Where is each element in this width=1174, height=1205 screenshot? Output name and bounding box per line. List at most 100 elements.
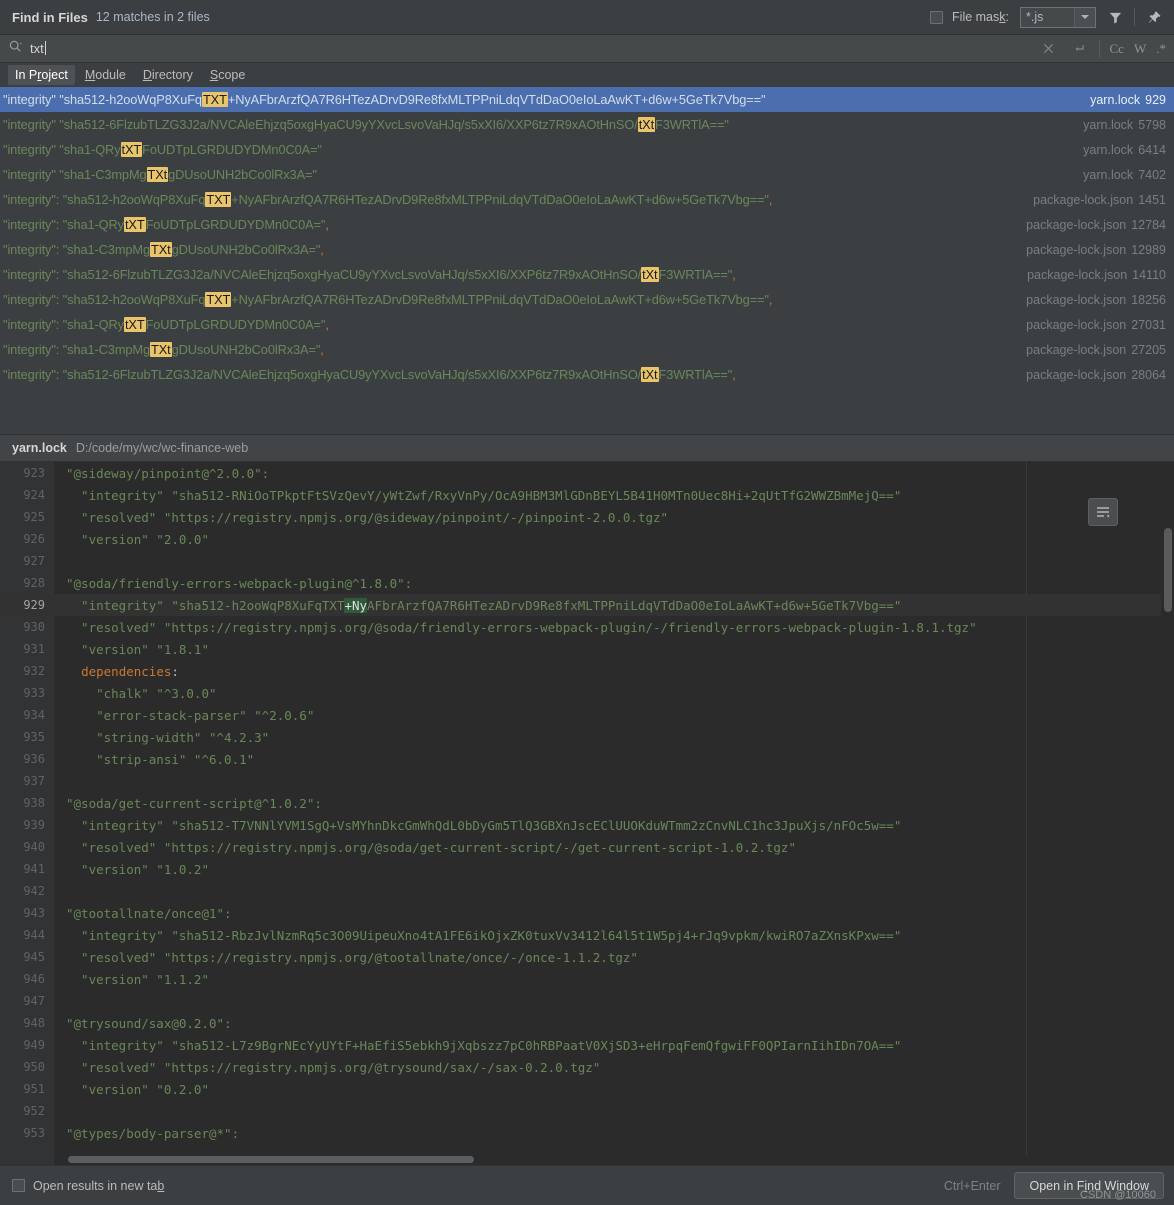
search-result-row[interactable]: "integrity": "sha512-h2ooWqP8XuFqTXT+NyA…: [0, 187, 1174, 212]
open-in-find-window-button[interactable]: Open in Fi nd Window: [1014, 1172, 1164, 1199]
search-result-row[interactable]: "integrity": "sha1-C3mpMgTXtgDUsoUNH2bCo…: [0, 237, 1174, 262]
file-mask-combo[interactable]: *.js: [1020, 6, 1096, 28]
code-line-number: 933: [23, 686, 45, 700]
code-line[interactable]: 948 "@trysound/sax@0.2.0":: [0, 1012, 1174, 1034]
search-field-wrapper[interactable]: txt: [8, 39, 1039, 59]
code-line[interactable]: 925 "resolved" "https://registry.npmjs.o…: [0, 506, 1174, 528]
code-line-number: 928: [23, 576, 45, 590]
code-line-text: "@trysound/sax@0.2.0":: [66, 1015, 232, 1031]
result-line-number: 27205: [1131, 342, 1166, 357]
scope-tab-scope[interactable]: Scope: [203, 65, 252, 85]
scope-tab-directory[interactable]: Directory: [136, 65, 200, 85]
scope-tab-module[interactable]: Module: [78, 65, 133, 85]
code-line[interactable]: 930 "resolved" "https://registry.npmjs.o…: [0, 616, 1174, 638]
search-result-row[interactable]: "integrity": "sha1-QRytXTFoUDTpLGRDUDYDM…: [0, 312, 1174, 337]
code-line-number: 930: [23, 620, 45, 634]
search-result-text: "integrity" "sha1-QRytXTFoUDTpLGRDUDYDMn…: [3, 142, 322, 157]
code-line[interactable]: 928 "@soda/friendly-errors-webpack-plugin…: [0, 572, 1174, 594]
code-line-number: 927: [23, 554, 45, 568]
code-line-number: 952: [23, 1104, 45, 1118]
code-line[interactable]: 938 "@soda/get-current-script@^1.0.2":: [0, 792, 1174, 814]
code-lines-container: 923 "@sideway/pinpoint@^2.0.0": 924 "integ…: [0, 462, 1174, 1144]
code-line[interactable]: 946 "version" "1.1.2": [0, 968, 1174, 990]
pin-icon[interactable]: [1144, 6, 1164, 28]
code-line[interactable]: 952: [0, 1100, 1174, 1122]
code-line[interactable]: 951 "version" "0.2.0": [0, 1078, 1174, 1100]
code-line[interactable]: 924 "integrity" "sha512-RNiOoTPkptFtSVzQ…: [0, 484, 1174, 506]
search-result-location: yarn.lock 6414: [1083, 143, 1166, 157]
chevron-down-icon[interactable]: [1075, 7, 1095, 27]
code-line[interactable]: 945 "resolved" "https://registry.npmjs.o…: [0, 946, 1174, 968]
code-line[interactable]: 926 "version" "2.0.0": [0, 528, 1174, 550]
whole-words-toggle[interactable]: W: [1134, 41, 1146, 57]
code-line-text: "integrity" "sha512-RNiOoTPkptFtSVzQevY/…: [66, 487, 902, 503]
code-line-text: "version" "1.1.2": [66, 971, 209, 987]
code-line-number: 944: [23, 928, 45, 942]
close-icon[interactable]: [1039, 38, 1059, 60]
scrollbar-thumb-vertical[interactable]: [1164, 528, 1172, 612]
result-file-name: package-lock.json: [1026, 317, 1127, 332]
scope-tab-in-project[interactable]: In Project: [8, 65, 75, 85]
file-mask-input[interactable]: *.js: [1021, 7, 1075, 27]
code-line[interactable]: 939 "integrity" "sha512-T7VNNlYVM1SgQ+Vs…: [0, 814, 1174, 836]
search-result-location: package-lock.json 28064: [1026, 368, 1166, 382]
search-results-list[interactable]: "integrity" "sha512-h2ooWqP8XuFqTXT+NyAF…: [0, 87, 1174, 435]
code-line[interactable]: 953 "@types/body-parser@*":: [0, 1122, 1174, 1144]
search-divider: [1098, 39, 1100, 58]
code-line[interactable]: 949 "integrity" "sha512-L7z9BgrNEcYyUYtF…: [0, 1034, 1174, 1056]
open-results-new-tab-option[interactable]: Open results in new tab: [12, 1179, 164, 1193]
code-line[interactable]: 929 "integrity" "sha512-h2ooWqP8XuFqTXT+…: [0, 594, 1174, 616]
code-line[interactable]: 932 dependencies:: [0, 660, 1174, 682]
code-line-number: 943: [23, 906, 45, 920]
search-result-text: "integrity": "sha512-h2ooWqP8XuFqTXT+NyA…: [3, 192, 773, 207]
search-result-row[interactable]: "integrity": "sha512-6FlzubTLZG3J2a/NVCA…: [0, 362, 1174, 387]
code-line-number: 945: [23, 950, 45, 964]
editor-horizontal-scrollbar[interactable]: [54, 1155, 1161, 1165]
search-result-row[interactable]: "integrity" "sha512-6FlzubTLZG3J2a/NVCAl…: [0, 112, 1174, 137]
code-line-number: 939: [23, 818, 45, 832]
filter-icon[interactable]: [1105, 6, 1125, 28]
match-highlight: TXt: [149, 242, 172, 257]
search-result-row[interactable]: "integrity": "sha1-C3mpMgTXtgDUsoUNH2bCo…: [0, 337, 1174, 362]
search-result-row[interactable]: "integrity" "sha1-QRytXTFoUDTpLGRDUDYDMn…: [0, 137, 1174, 162]
editor-vertical-scrollbar[interactable]: [1161, 462, 1174, 1165]
code-line[interactable]: 927: [0, 550, 1174, 572]
scrollbar-thumb-horizontal[interactable]: [68, 1156, 474, 1163]
search-result-row[interactable]: "integrity" "sha512-h2ooWqP8XuFqTXT+NyAF…: [0, 87, 1174, 112]
result-line-number: 7402: [1138, 167, 1166, 182]
search-result-location: package-lock.json 12784: [1026, 218, 1166, 232]
preview-file-name: yarn.lock: [12, 441, 67, 455]
code-line[interactable]: 934 "error-stack-parser" "^2.0.6": [0, 704, 1174, 726]
code-line[interactable]: 941 "version" "1.0.2": [0, 858, 1174, 880]
search-result-row[interactable]: "integrity": "sha512-6FlzubTLZG3J2a/NVCA…: [0, 262, 1174, 287]
search-input[interactable]: txt: [30, 41, 46, 56]
code-line[interactable]: 931 "version" "1.8.1": [0, 638, 1174, 660]
return-icon[interactable]: [1069, 38, 1089, 60]
code-line-text: "resolved" "https://registry.npmjs.org/@…: [66, 949, 638, 965]
search-result-row[interactable]: "integrity": "sha1-QRytXTFoUDTpLGRDUDYDM…: [0, 212, 1174, 237]
code-line[interactable]: 943 "@tootallnate/once@1":: [0, 902, 1174, 924]
search-result-location: package-lock.json 14110: [1027, 268, 1166, 282]
scope-tabs: In Project Module Directory Scope: [0, 63, 1174, 87]
code-line[interactable]: 933 "chalk" "^3.0.0": [0, 682, 1174, 704]
code-line[interactable]: 937: [0, 770, 1174, 792]
search-result-row[interactable]: "integrity": "sha512-h2ooWqP8XuFqTXT+NyA…: [0, 287, 1174, 312]
open-results-checkbox[interactable]: [12, 1179, 25, 1192]
result-line-number: 18256: [1131, 292, 1166, 307]
code-line[interactable]: 935 "string-width" "^4.2.3": [0, 726, 1174, 748]
soft-wrap-icon[interactable]: [1088, 498, 1118, 526]
code-line[interactable]: 947: [0, 990, 1174, 1012]
code-line[interactable]: 940 "resolved" "https://registry.npmjs.o…: [0, 836, 1174, 858]
file-mask-checkbox[interactable]: [930, 10, 944, 24]
code-line[interactable]: 923 "@sideway/pinpoint@^2.0.0":: [0, 462, 1174, 484]
match-case-toggle[interactable]: Cc: [1110, 41, 1124, 57]
regex-toggle[interactable]: .*: [1156, 41, 1166, 57]
search-icon[interactable]: [8, 39, 23, 59]
code-line[interactable]: 944 "integrity" "sha512-RbzJvlNzmRq5c3O0…: [0, 924, 1174, 946]
code-line[interactable]: 942: [0, 880, 1174, 902]
code-line[interactable]: 936 "strip-ansi" "^6.0.1": [0, 748, 1174, 770]
code-line[interactable]: 950 "resolved" "https://registry.npmjs.o…: [0, 1056, 1174, 1078]
code-preview[interactable]: 923 "@sideway/pinpoint@^2.0.0": 924 "integ…: [0, 462, 1174, 1165]
search-result-row[interactable]: "integrity" "sha1-C3mpMgTXtgDUsoUNH2bCo0…: [0, 162, 1174, 187]
result-file-name: yarn.lock: [1083, 142, 1134, 157]
